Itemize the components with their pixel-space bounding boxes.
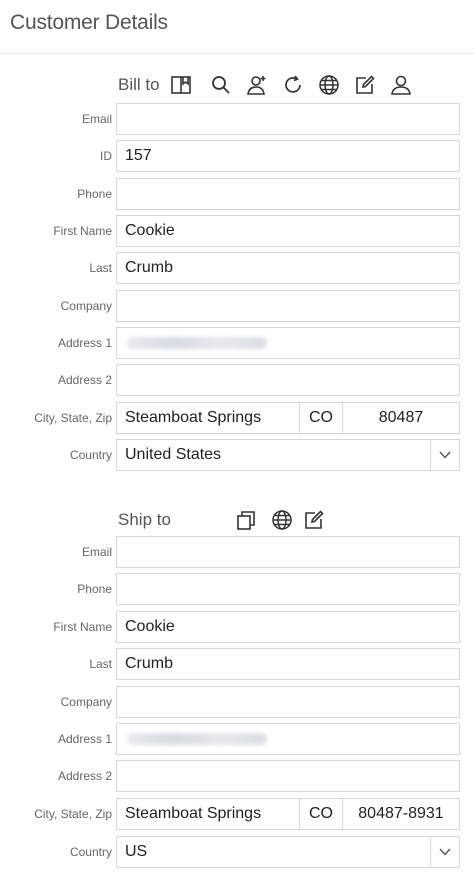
- ship-phone-row: Phone: [0, 573, 474, 605]
- bill-to-label: Bill to: [118, 75, 160, 94]
- bill-first-name-field[interactable]: [116, 215, 460, 247]
- ship-first-name-field[interactable]: [116, 611, 460, 643]
- ship-email-row: Email: [0, 536, 474, 568]
- bill-to-header: Bill to: [118, 72, 414, 98]
- ship-address2-label: Address 2: [57, 769, 112, 783]
- globe-icon[interactable]: [269, 507, 295, 533]
- add-user-icon[interactable]: [244, 72, 270, 98]
- ship-email-label: Email: [81, 545, 112, 559]
- redacted-address: [127, 337, 267, 349]
- copy-icon[interactable]: [233, 507, 259, 533]
- chevron-down-icon[interactable]: [430, 837, 459, 867]
- ship-company-row: Company: [0, 686, 474, 718]
- ship-address1-label: Address 1: [57, 732, 112, 746]
- bill-address2-row: Address 2: [0, 364, 474, 396]
- ship-to-label: Ship to: [118, 510, 171, 529]
- bill-country-value: United States: [125, 446, 222, 463]
- bill-country-select[interactable]: United States: [116, 439, 460, 471]
- header-divider: [0, 53, 474, 54]
- bill-phone-field[interactable]: [116, 178, 460, 210]
- bill-company-label: Company: [60, 299, 112, 313]
- bill-company-row: Company: [0, 290, 474, 322]
- bill-last-row: Last: [0, 252, 474, 284]
- bill-address1-row: Address 1: [0, 327, 474, 359]
- ship-country-value: US: [125, 843, 148, 860]
- ship-email-field[interactable]: [116, 536, 460, 568]
- user-icon[interactable]: [388, 72, 414, 98]
- bill-city-state-zip-label: City, State, Zip: [34, 411, 112, 425]
- bill-id-label: ID: [100, 149, 112, 163]
- bill-country-row: Country United States: [0, 439, 474, 471]
- search-icon[interactable]: [208, 72, 234, 98]
- ship-first-name-row: First Name: [0, 611, 474, 643]
- bill-last-label: Last: [89, 261, 112, 275]
- ship-last-row: Last: [0, 648, 474, 680]
- bill-phone-row: Phone: [0, 178, 474, 210]
- ship-zip-field[interactable]: [342, 798, 460, 830]
- bill-last-field[interactable]: [116, 252, 460, 284]
- redacted-address: [127, 733, 267, 745]
- bill-first-name-label: First Name: [53, 224, 112, 238]
- chevron-down-icon[interactable]: [430, 440, 459, 470]
- ship-state-field[interactable]: [299, 798, 343, 830]
- bill-country-label: Country: [69, 448, 112, 462]
- ship-address1-field[interactable]: [116, 723, 460, 755]
- bill-address1-field[interactable]: [116, 327, 460, 359]
- bill-zip-field[interactable]: [342, 402, 460, 434]
- ship-company-label: Company: [60, 695, 112, 709]
- ship-address2-field[interactable]: [116, 760, 460, 792]
- ship-last-field[interactable]: [116, 648, 460, 680]
- bill-address2-label: Address 2: [57, 373, 112, 387]
- bill-email-field[interactable]: [116, 103, 460, 135]
- bill-address1-label: Address 1: [57, 336, 112, 350]
- bill-company-field[interactable]: [116, 290, 460, 322]
- bill-email-label: Email: [81, 112, 112, 126]
- ship-city-state-zip-label: City, State, Zip: [34, 807, 112, 821]
- edit-icon[interactable]: [301, 507, 327, 533]
- ship-first-name-label: First Name: [53, 620, 112, 634]
- bill-state-field[interactable]: [299, 402, 343, 434]
- refresh-icon[interactable]: [280, 72, 306, 98]
- ship-address1-row: Address 1: [0, 723, 474, 755]
- bill-address2-field[interactable]: [116, 364, 460, 396]
- globe-icon[interactable]: [316, 72, 342, 98]
- ship-city-state-zip-row: City, State, Zip: [0, 798, 474, 830]
- ship-phone-field[interactable]: [116, 573, 460, 605]
- bill-first-name-row: First Name: [0, 215, 474, 247]
- ship-country-row: Country US: [0, 836, 474, 868]
- bill-id-field[interactable]: [116, 140, 460, 172]
- bill-phone-label: Phone: [77, 187, 112, 201]
- book-icon[interactable]: [168, 72, 194, 98]
- bill-city-field[interactable]: [116, 402, 300, 434]
- bill-id-row: ID: [0, 140, 474, 172]
- ship-to-header: Ship to: [118, 507, 327, 533]
- ship-last-label: Last: [89, 657, 112, 671]
- bill-email-row: Email: [0, 103, 474, 135]
- ship-country-label: Country: [69, 845, 112, 859]
- ship-country-select[interactable]: US: [116, 836, 460, 868]
- ship-address2-row: Address 2: [0, 760, 474, 792]
- edit-icon[interactable]: [352, 72, 378, 98]
- ship-company-field[interactable]: [116, 686, 460, 718]
- page-title: Customer Details: [10, 11, 168, 34]
- ship-phone-label: Phone: [77, 582, 112, 596]
- ship-city-field[interactable]: [116, 798, 300, 830]
- bill-city-state-zip-row: City, State, Zip: [0, 402, 474, 434]
